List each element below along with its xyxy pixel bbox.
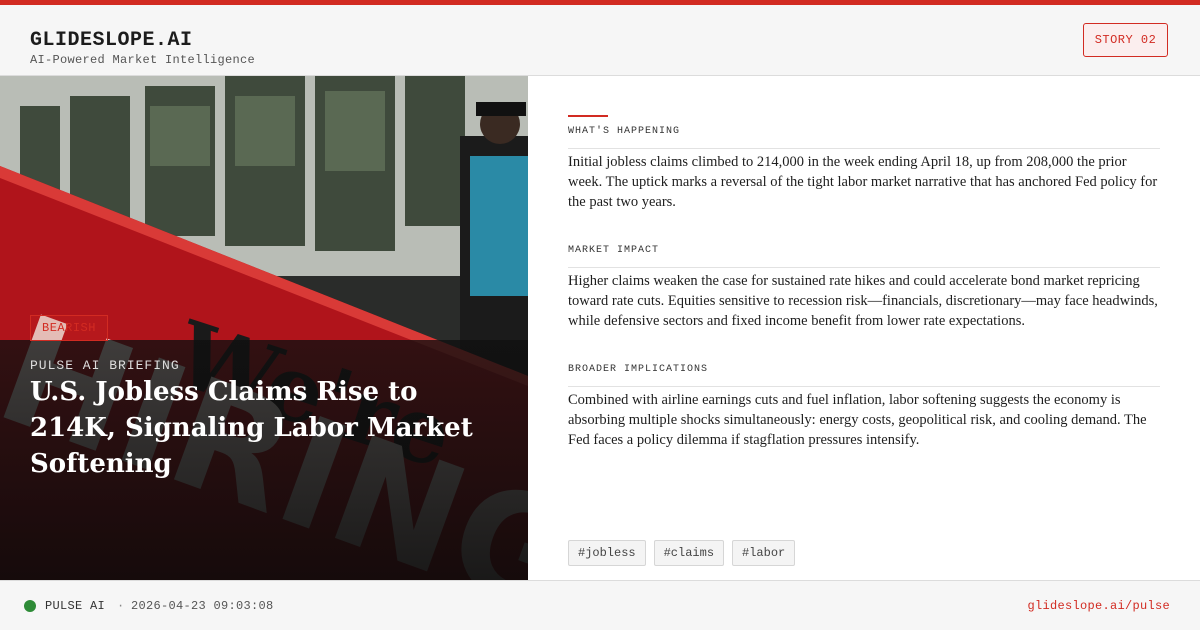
tag-labor[interactable]: #labor xyxy=(732,540,796,566)
section-market-impact: MARKET IMPACT Higher claims weaken the c… xyxy=(568,245,1160,331)
section-body: Combined with airline earnings cuts and … xyxy=(568,392,1147,448)
accent-rule xyxy=(568,115,608,117)
story-badge: STORY 02 xyxy=(1083,23,1168,57)
tag-jobless[interactable]: #jobless xyxy=(568,540,646,566)
footer-source: PULSE AI xyxy=(45,599,106,613)
section-label: MARKET IMPACT xyxy=(568,245,1160,268)
footer-url-link[interactable]: glideslope.ai/pulse xyxy=(1027,599,1170,613)
footer-timestamp: 2026-04-23 09:03:08 xyxy=(131,599,274,613)
tag-claims[interactable]: #claims xyxy=(653,540,725,566)
footer: PULSE AI · 2026-04-23 09:03:08 glideslop… xyxy=(0,580,1200,630)
hero-kicker: PULSE AI BRIEFING xyxy=(30,358,180,373)
hero-headline: U.S. Jobless Claims Rise to 214K, Signal… xyxy=(30,377,473,479)
tag-list: #jobless #claims #labor xyxy=(568,540,796,566)
section-body: Initial jobless claims climbed to 214,00… xyxy=(568,154,1158,210)
brand-tagline: AI-Powered Market Intelligence xyxy=(30,53,256,67)
sentiment-badge: BEARISH xyxy=(30,315,108,341)
briefing-panel: WHAT'S HAPPENING Initial jobless claims … xyxy=(528,76,1200,580)
footer-separator: · xyxy=(117,599,125,613)
brand-name: GLIDESLOPE.AI xyxy=(30,29,193,52)
section-broader-implications: BROADER IMPLICATIONS Combined with airli… xyxy=(568,364,1160,450)
header: GLIDESLOPE.AI AI-Powered Market Intellig… xyxy=(0,5,1200,76)
section-body: Higher claims weaken the case for sustai… xyxy=(568,273,1158,329)
section-whats-happening: WHAT'S HAPPENING Initial jobless claims … xyxy=(568,126,1160,212)
hero-photo-panel: We're HIRING BEARISH PULSE AI BRIEFING U… xyxy=(0,76,528,580)
section-label: WHAT'S HAPPENING xyxy=(568,126,1160,149)
live-status-icon xyxy=(24,600,36,612)
section-label: BROADER IMPLICATIONS xyxy=(568,364,1160,387)
